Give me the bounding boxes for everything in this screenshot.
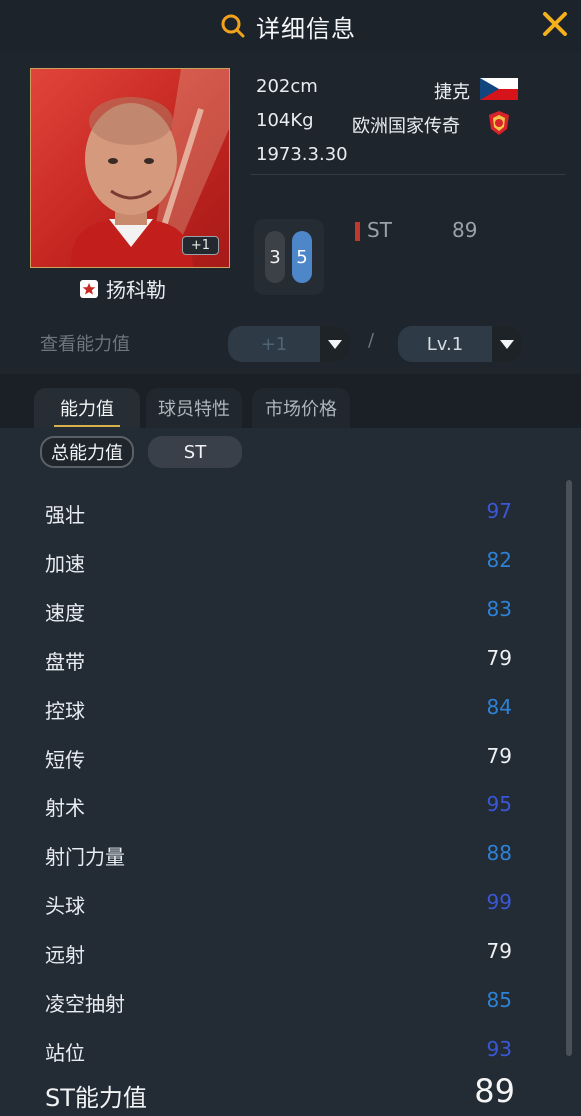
- stat-value: 84: [486, 694, 512, 719]
- chevron-down-icon[interactable]: [320, 326, 350, 362]
- stat-label: 速度: [45, 600, 85, 625]
- upgrade-dropdown-value: +1: [260, 333, 288, 355]
- stat-value: 79: [486, 743, 512, 768]
- stat-label: 短传: [45, 747, 85, 772]
- foot-ratings: 3 5: [254, 219, 324, 295]
- upgrade-dropdown[interactable]: +1: [228, 326, 350, 362]
- stat-row: 凌空抽射 85: [0, 976, 560, 1025]
- player-name: 扬科勒: [106, 278, 166, 302]
- player-photo: +1: [30, 68, 230, 268]
- stat-label: 控球: [45, 698, 85, 723]
- position-stats-chip[interactable]: ST: [148, 436, 242, 468]
- stat-label: 远射: [45, 943, 85, 968]
- star-icon: [80, 279, 98, 298]
- weight-value: 104Kg: [256, 110, 314, 131]
- stat-label: 凌空抽射: [45, 992, 125, 1016]
- stat-label: 射术: [45, 796, 85, 821]
- position-color-bar: [355, 222, 360, 241]
- stat-value: 93: [486, 1036, 512, 1061]
- stat-label: 盘带: [45, 649, 85, 674]
- left-foot-rating: 3: [265, 231, 285, 283]
- player-name-row: 扬科勒: [80, 274, 166, 303]
- czech-flag-icon: [480, 78, 518, 100]
- stat-value: 85: [486, 988, 512, 1012]
- info-divider: [250, 174, 566, 175]
- stat-row: 短传 79: [0, 732, 560, 781]
- level-dropdown[interactable]: Lv.1: [398, 326, 522, 362]
- stat-value: 88: [486, 841, 512, 866]
- position-label: ST: [367, 218, 392, 242]
- page-title: 详细信息: [256, 14, 356, 43]
- filter-separator: /: [368, 330, 375, 351]
- level-dropdown-value: Lv.1: [426, 333, 464, 355]
- position-rating: 89: [452, 218, 478, 242]
- tab-player-traits[interactable]: 球员特性: [146, 388, 242, 428]
- stat-label: 站位: [45, 1040, 85, 1065]
- title-group: 详细信息: [220, 10, 356, 43]
- header-bar: 详细信息: [0, 0, 581, 52]
- stat-label: 加速: [45, 551, 85, 576]
- close-icon[interactable]: [541, 10, 569, 38]
- position-total-value: 89: [474, 1072, 515, 1110]
- stat-row: 控球 84: [0, 683, 560, 732]
- stat-label: 射门力量: [45, 845, 125, 870]
- stat-row: 射门力量 88: [0, 829, 560, 878]
- position-total-label: ST能力值: [45, 1084, 147, 1112]
- stat-value: 82: [486, 547, 512, 572]
- stat-value: 95: [486, 792, 512, 817]
- tab-market-price[interactable]: 市场价格: [252, 388, 350, 428]
- search-icon: [220, 13, 246, 39]
- stat-row: 射术 95: [0, 780, 560, 829]
- stat-row: 盘带 79: [0, 634, 560, 683]
- upgrade-level-badge: +1: [181, 236, 219, 255]
- nation-name: 捷克: [434, 82, 470, 103]
- view-stats-label: 查看能力值: [40, 334, 130, 355]
- right-foot-rating: 5: [292, 231, 312, 283]
- player-category: 欧洲国家传奇: [352, 116, 460, 137]
- tab-abilities[interactable]: 能力值: [34, 388, 140, 428]
- stat-value: 83: [486, 596, 512, 621]
- stat-value: 79: [486, 645, 512, 670]
- birthdate-value: 1973.3.30: [256, 144, 348, 165]
- stat-row: 加速 82: [0, 536, 560, 585]
- chevron-down-icon[interactable]: [492, 326, 522, 362]
- legend-emblem-icon: [486, 109, 512, 137]
- stat-row: 远射 79: [0, 927, 560, 976]
- stat-label: 头球: [45, 894, 85, 919]
- stat-row: 强壮 97: [0, 487, 560, 536]
- scrollbar[interactable]: [566, 480, 572, 1056]
- stat-value: 79: [486, 939, 512, 964]
- height-value: 202cm: [256, 76, 318, 97]
- total-stats-chip[interactable]: 总能力值: [40, 436, 134, 468]
- stat-value: 99: [486, 890, 512, 915]
- stat-row: 站位 93: [0, 1025, 560, 1074]
- stat-row: 速度 83: [0, 585, 560, 634]
- stat-label: 强壮: [45, 503, 85, 527]
- stat-value: 97: [486, 499, 512, 523]
- stat-row: 头球 99: [0, 878, 560, 927]
